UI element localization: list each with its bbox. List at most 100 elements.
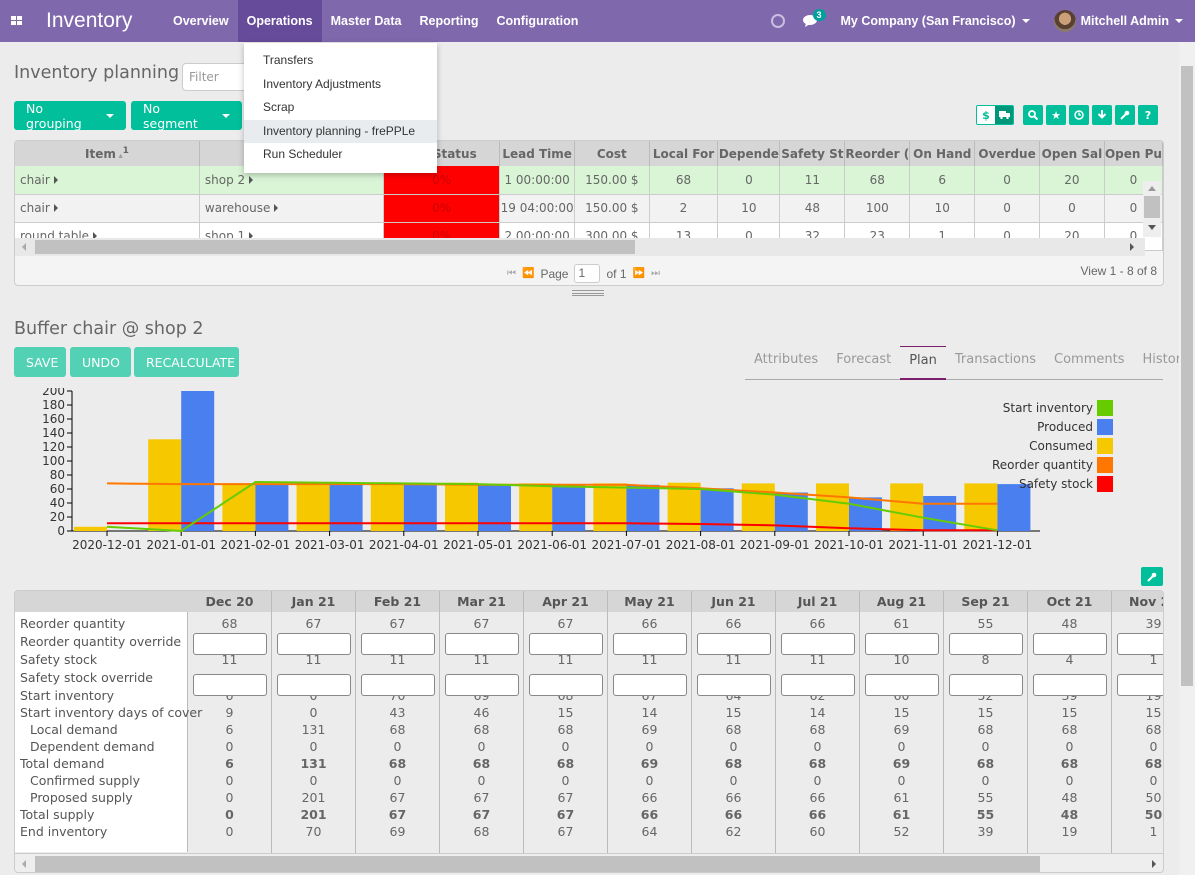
reorder-quantity-override-input[interactable] bbox=[529, 633, 603, 655]
scroll-thumb[interactable] bbox=[35, 856, 1040, 872]
scroll-thumb[interactable] bbox=[35, 240, 635, 254]
scroll-down-icon[interactable] bbox=[1148, 225, 1156, 230]
reorder-quantity-override-input[interactable] bbox=[1033, 633, 1107, 655]
column-header-item[interactable]: Item ▴1 bbox=[15, 141, 200, 166]
clock-icon[interactable] bbox=[1069, 105, 1089, 125]
segment-dropdown[interactable]: No segment bbox=[131, 101, 242, 131]
plan-settings-wrench-icon[interactable] bbox=[1141, 567, 1163, 586]
dropdown-item-inventory-planning[interactable]: Inventory planning - frePPLe bbox=[244, 119, 437, 143]
safety-stock-override-input[interactable] bbox=[277, 674, 351, 696]
table-row[interactable]: chair shop 2 0% 1 00:00:00 150.00 $ 68 0 11 68 6 0… bbox=[15, 166, 1163, 195]
expand-arrow-icon[interactable] bbox=[274, 204, 279, 212]
page-vertical-scrollbar[interactable] bbox=[1179, 42, 1195, 875]
filter-input[interactable]: Filter bbox=[182, 63, 252, 91]
tab-attributes[interactable]: Attributes bbox=[745, 346, 827, 379]
safety-stock-override-input[interactable] bbox=[193, 674, 267, 696]
reorder-quantity-override-input[interactable] bbox=[613, 633, 687, 655]
menu-master-data[interactable]: Master Data bbox=[322, 0, 411, 42]
expand-arrow-icon[interactable] bbox=[53, 204, 58, 212]
first-page-icon[interactable]: ⏮ bbox=[507, 268, 516, 279]
dollar-icon[interactable]: $ bbox=[977, 106, 995, 124]
scroll-right-icon[interactable] bbox=[1130, 243, 1134, 251]
safety-stock-override-input[interactable] bbox=[361, 674, 435, 696]
menu-overview[interactable]: Overview bbox=[164, 0, 238, 42]
safety-stock-override-input[interactable] bbox=[697, 674, 771, 696]
search-icon[interactable] bbox=[1023, 105, 1043, 125]
column-header-safety-stock[interactable]: Safety St bbox=[779, 141, 846, 166]
reorder-quantity-override-input[interactable] bbox=[781, 633, 855, 655]
dropdown-item-inventory-adjustments[interactable]: Inventory Adjustments bbox=[244, 73, 437, 97]
scroll-thumb[interactable] bbox=[1144, 196, 1160, 218]
messages-button[interactable]: 3 bbox=[802, 9, 826, 28]
grouping-dropdown[interactable]: No grouping bbox=[14, 101, 126, 131]
scroll-left-icon[interactable] bbox=[22, 243, 26, 251]
cell-item[interactable]: chair bbox=[15, 194, 200, 223]
column-header-on-hand[interactable]: On Hand bbox=[909, 141, 976, 166]
save-button[interactable]: SAVE bbox=[14, 347, 66, 377]
truck-icon[interactable] bbox=[995, 106, 1013, 124]
page-number-input[interactable]: 1 bbox=[574, 264, 601, 283]
panel-splitter-handle[interactable] bbox=[572, 290, 604, 296]
safety-stock-override-input[interactable] bbox=[613, 674, 687, 696]
column-header-dependent-demand[interactable]: Depende bbox=[717, 141, 781, 166]
safety-stock-override-input[interactable] bbox=[529, 674, 603, 696]
recalculate-button[interactable]: RECALCULATE bbox=[134, 347, 239, 377]
reorder-quantity-override-input[interactable] bbox=[361, 633, 435, 655]
safety-stock-override-input[interactable] bbox=[781, 674, 855, 696]
apps-menu-button[interactable] bbox=[2, 0, 32, 42]
reorder-quantity-override-input[interactable] bbox=[193, 633, 267, 655]
expand-arrow-icon[interactable] bbox=[53, 175, 58, 184]
cell-location[interactable]: warehouse bbox=[199, 194, 385, 223]
scroll-thumb[interactable] bbox=[1181, 66, 1193, 686]
last-page-icon[interactable]: ⏭ bbox=[651, 268, 660, 279]
column-header-reorder-quantity[interactable]: Reorder ( bbox=[844, 141, 911, 166]
safety-stock-override-input[interactable] bbox=[949, 674, 1023, 696]
column-header-open-purchases[interactable]: Open Pu bbox=[1104, 141, 1163, 166]
cell-item[interactable]: chair bbox=[15, 166, 200, 195]
menu-configuration[interactable]: Configuration bbox=[488, 0, 588, 42]
download-icon[interactable] bbox=[1092, 105, 1112, 125]
scroll-right-icon[interactable] bbox=[1152, 860, 1156, 868]
safety-stock-override-input[interactable] bbox=[865, 674, 939, 696]
tab-transactions[interactable]: Transactions bbox=[946, 346, 1045, 379]
star-icon[interactable]: ★ bbox=[1046, 105, 1066, 125]
menu-operations[interactable]: Operations bbox=[237, 0, 322, 42]
reorder-quantity-override-input[interactable] bbox=[1117, 633, 1163, 655]
column-header-local-forecast[interactable]: Local For bbox=[649, 141, 719, 166]
column-header-open-sales[interactable]: Open Sal bbox=[1039, 141, 1105, 166]
help-icon[interactable]: ? bbox=[1138, 105, 1158, 125]
menu-reporting[interactable]: Reporting bbox=[410, 0, 487, 42]
reorder-quantity-override-input[interactable] bbox=[949, 633, 1023, 655]
wrench-icon[interactable] bbox=[1115, 105, 1135, 125]
undo-button[interactable]: UNDO bbox=[70, 347, 131, 377]
expand-arrow-icon[interactable] bbox=[249, 175, 254, 184]
reorder-quantity-override-input[interactable] bbox=[697, 633, 771, 655]
safety-stock-override-input[interactable] bbox=[445, 674, 519, 696]
company-switcher[interactable]: My Company (San Francisco) bbox=[841, 14, 1030, 28]
column-header-cost[interactable]: Cost bbox=[574, 141, 650, 166]
scroll-up-icon[interactable] bbox=[1148, 186, 1156, 191]
tab-forecast[interactable]: Forecast bbox=[827, 346, 900, 379]
next-page-icon[interactable]: ⏩ bbox=[633, 268, 645, 279]
user-menu[interactable]: Mitchell Admin bbox=[1053, 10, 1183, 32]
reorder-quantity-override-input[interactable] bbox=[445, 633, 519, 655]
dropdown-item-transfers[interactable]: Transfers bbox=[244, 49, 437, 73]
tab-plan[interactable]: Plan bbox=[900, 346, 946, 380]
dropdown-item-run-scheduler[interactable]: Run Scheduler bbox=[244, 143, 437, 167]
grid-horizontal-scrollbar[interactable] bbox=[15, 238, 1145, 256]
column-header-overdue[interactable]: Overdue bbox=[974, 141, 1040, 166]
plan-value-end-inv: 39 bbox=[977, 824, 994, 839]
column-header-lead-time[interactable]: Lead Time bbox=[499, 141, 576, 166]
safety-stock-override-input[interactable] bbox=[1033, 674, 1107, 696]
table-row[interactable]: chair warehouse 0% 19 04:00:00 150.00 $ 2 10 48… bbox=[15, 194, 1163, 223]
safety-stock-override-input[interactable] bbox=[1117, 674, 1163, 696]
reorder-quantity-override-input[interactable] bbox=[277, 633, 351, 655]
prev-page-icon[interactable]: ⏪ bbox=[522, 268, 534, 279]
scroll-left-icon[interactable] bbox=[22, 860, 26, 868]
reorder-quantity-override-input[interactable] bbox=[865, 633, 939, 655]
activity-clock-icon[interactable] bbox=[770, 14, 785, 28]
dropdown-item-scrap[interactable]: Scrap bbox=[244, 96, 437, 120]
grid-vertical-scrollbar[interactable] bbox=[1143, 181, 1161, 237]
tab-comments[interactable]: Comments bbox=[1045, 346, 1133, 379]
plan-horizontal-scrollbar[interactable] bbox=[15, 853, 1163, 872]
